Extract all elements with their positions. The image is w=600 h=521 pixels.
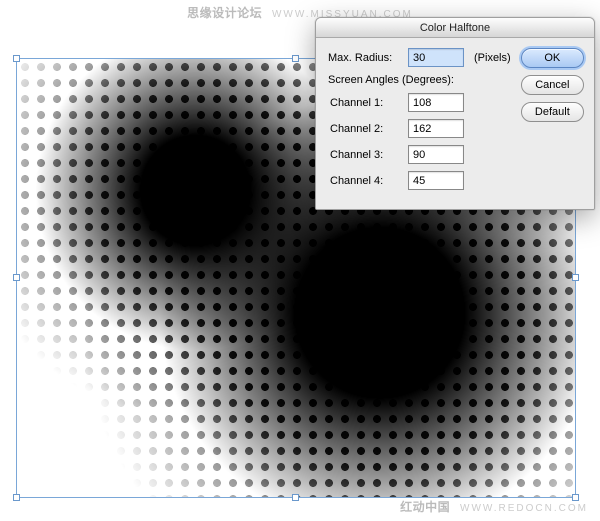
selection-handle-middle-right[interactable] xyxy=(572,274,579,281)
selection-handle-bottom-right[interactable] xyxy=(572,494,579,501)
dialog-body: Max. Radius: (Pixels) Screen Angles (Deg… xyxy=(316,38,594,209)
selection-handle-top-middle[interactable] xyxy=(292,55,299,62)
watermark-bottom-text: 红动中国 xyxy=(400,500,450,514)
selection-handle-middle-left[interactable] xyxy=(13,274,20,281)
channel-3-input[interactable] xyxy=(408,145,464,164)
dialog-titlebar[interactable]: Color Halftone xyxy=(316,18,594,38)
selection-handle-top-left[interactable] xyxy=(13,55,20,62)
watermark-bottom: 红动中国 WWW.REDOCN.COM xyxy=(400,498,588,515)
channel-2-label: Channel 2: xyxy=(328,123,402,135)
row-channel-4: Channel 4: xyxy=(328,171,511,190)
selection-handle-bottom-left[interactable] xyxy=(13,494,20,501)
dialog-title: Color Halftone xyxy=(420,22,490,34)
ok-button[interactable]: OK xyxy=(521,48,584,68)
max-radius-label: Max. Radius: xyxy=(328,52,402,64)
channel-1-input[interactable] xyxy=(408,93,464,112)
channel-2-input[interactable] xyxy=(408,119,464,138)
max-radius-input[interactable] xyxy=(408,48,464,67)
channel-1-label: Channel 1: xyxy=(328,97,402,109)
selection-handle-bottom-middle[interactable] xyxy=(292,494,299,501)
row-channel-2: Channel 2: xyxy=(328,119,511,138)
row-channel-1: Channel 1: xyxy=(328,93,511,112)
color-halftone-dialog: Color Halftone Max. Radius: (Pixels) Scr… xyxy=(315,17,595,210)
max-radius-unit: (Pixels) xyxy=(474,52,511,64)
dialog-buttons: OK Cancel Default xyxy=(521,48,584,197)
row-max-radius: Max. Radius: (Pixels) xyxy=(328,48,511,67)
cancel-button[interactable]: Cancel xyxy=(521,75,584,95)
default-button[interactable]: Default xyxy=(521,102,584,122)
screen-angles-label: Screen Angles (Degrees): xyxy=(328,74,511,86)
watermark-bottom-url: WWW.REDOCN.COM xyxy=(460,503,588,514)
watermark-top-text: 思缘设计论坛 xyxy=(187,6,262,20)
channel-3-label: Channel 3: xyxy=(328,149,402,161)
channel-4-input[interactable] xyxy=(408,171,464,190)
channel-4-label: Channel 4: xyxy=(328,175,402,187)
dialog-form: Max. Radius: (Pixels) Screen Angles (Deg… xyxy=(328,48,511,197)
row-channel-3: Channel 3: xyxy=(328,145,511,164)
